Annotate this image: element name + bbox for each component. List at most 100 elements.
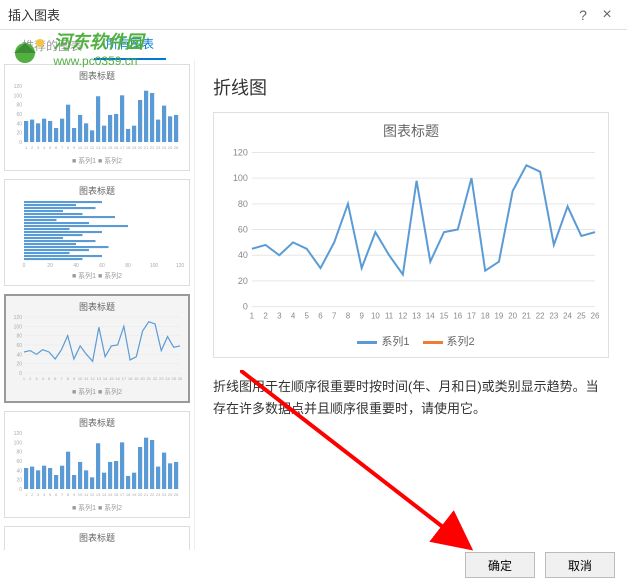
- svg-text:20: 20: [16, 362, 22, 368]
- tabs-bar: 推荐的图表 所有图表: [0, 30, 627, 60]
- svg-text:9: 9: [73, 492, 76, 497]
- svg-text:20: 20: [16, 478, 22, 484]
- svg-text:60: 60: [16, 112, 22, 118]
- svg-text:17: 17: [120, 492, 125, 497]
- svg-text:13: 13: [97, 376, 102, 381]
- svg-text:26: 26: [178, 376, 183, 381]
- svg-text:17: 17: [467, 312, 476, 321]
- svg-text:23: 23: [156, 145, 161, 150]
- svg-text:11: 11: [84, 492, 89, 497]
- svg-text:13: 13: [412, 312, 421, 321]
- svg-text:40: 40: [73, 263, 79, 269]
- svg-text:19: 19: [134, 376, 139, 381]
- svg-text:17: 17: [120, 145, 125, 150]
- svg-text:15: 15: [108, 145, 113, 150]
- chart-thumbnail-list[interactable]: 图表标题 02040608010012012345678910111213141…: [0, 60, 195, 550]
- svg-text:40: 40: [16, 352, 22, 358]
- svg-text:23: 23: [159, 376, 164, 381]
- svg-text:100: 100: [233, 173, 248, 183]
- help-icon[interactable]: ?: [571, 7, 595, 23]
- svg-text:80: 80: [16, 103, 22, 109]
- svg-text:0: 0: [23, 263, 26, 269]
- svg-text:3: 3: [37, 145, 40, 150]
- chart-type-heading: 折线图: [213, 74, 609, 100]
- svg-text:22: 22: [150, 145, 155, 150]
- svg-text:21: 21: [144, 492, 149, 497]
- thumb-line-chart[interactable]: 图表标题 02040608010012012345678910111213141…: [4, 294, 190, 403]
- main-panel: 折线图 图表标题 0204060801001201234567891011121…: [195, 60, 627, 550]
- svg-text:23: 23: [549, 312, 558, 321]
- chart-title: 图表标题: [222, 121, 600, 141]
- svg-text:25: 25: [168, 492, 173, 497]
- svg-text:10: 10: [78, 376, 83, 381]
- svg-text:0: 0: [19, 140, 22, 146]
- titlebar: 插入图表 ? ×: [0, 0, 627, 30]
- svg-text:18: 18: [126, 492, 131, 497]
- svg-text:120: 120: [14, 315, 23, 321]
- svg-text:3: 3: [277, 312, 282, 321]
- close-icon[interactable]: ×: [595, 6, 619, 24]
- svg-text:15: 15: [109, 376, 114, 381]
- svg-text:8: 8: [346, 312, 351, 321]
- svg-text:1: 1: [25, 145, 28, 150]
- svg-text:12: 12: [90, 145, 95, 150]
- svg-text:19: 19: [132, 492, 137, 497]
- svg-text:120: 120: [14, 431, 23, 437]
- svg-text:3: 3: [37, 492, 40, 497]
- svg-text:100: 100: [14, 440, 23, 446]
- svg-text:14: 14: [426, 312, 435, 321]
- svg-text:9: 9: [359, 312, 364, 321]
- thumb-chart-5[interactable]: 图表标题: [4, 526, 190, 550]
- svg-text:19: 19: [495, 312, 504, 321]
- svg-text:26: 26: [174, 492, 179, 497]
- svg-text:10: 10: [78, 145, 83, 150]
- window-title: 插入图表: [8, 5, 571, 24]
- svg-text:6: 6: [55, 145, 58, 150]
- svg-text:40: 40: [16, 121, 22, 127]
- svg-text:12: 12: [398, 312, 407, 321]
- cancel-button[interactable]: 取消: [545, 552, 615, 578]
- svg-text:60: 60: [99, 263, 105, 269]
- svg-text:13: 13: [96, 492, 101, 497]
- svg-text:18: 18: [481, 312, 490, 321]
- svg-text:6: 6: [318, 312, 323, 321]
- svg-text:11: 11: [84, 376, 89, 381]
- svg-text:14: 14: [102, 145, 107, 150]
- svg-text:7: 7: [61, 492, 64, 497]
- svg-text:2: 2: [263, 312, 268, 321]
- svg-text:2: 2: [29, 376, 32, 381]
- thumb-bar-chart[interactable]: 图表标题 02040608010012012345678910111213141…: [4, 64, 190, 171]
- svg-text:18: 18: [126, 145, 131, 150]
- svg-text:7: 7: [60, 376, 63, 381]
- svg-text:7: 7: [61, 145, 64, 150]
- svg-text:26: 26: [174, 145, 179, 150]
- svg-text:16: 16: [114, 145, 119, 150]
- svg-text:20: 20: [16, 131, 22, 137]
- svg-text:120: 120: [176, 263, 185, 269]
- svg-text:14: 14: [102, 492, 107, 497]
- svg-text:19: 19: [132, 145, 137, 150]
- svg-text:1: 1: [25, 492, 28, 497]
- svg-text:60: 60: [238, 225, 248, 235]
- svg-text:22: 22: [536, 312, 545, 321]
- svg-text:60: 60: [16, 343, 22, 349]
- svg-text:9: 9: [73, 145, 76, 150]
- svg-text:7: 7: [332, 312, 337, 321]
- svg-text:2: 2: [31, 145, 34, 150]
- svg-text:11: 11: [385, 312, 394, 321]
- svg-text:5: 5: [305, 312, 310, 321]
- chart-preview: 图表标题 02040608010012012345678910111213141…: [213, 112, 609, 358]
- thumb-bar-chart-2[interactable]: 图表标题 02040608010012012345678910111213141…: [4, 411, 190, 518]
- svg-text:8: 8: [67, 376, 70, 381]
- svg-text:10: 10: [371, 312, 380, 321]
- tab-all[interactable]: 所有图表: [94, 29, 166, 60]
- svg-text:120: 120: [14, 84, 23, 90]
- svg-text:17: 17: [122, 376, 127, 381]
- tab-recommended[interactable]: 推荐的图表: [10, 31, 94, 60]
- svg-text:16: 16: [115, 376, 120, 381]
- svg-text:1: 1: [250, 312, 255, 321]
- chart-description: 折线图用于在顺序很重要时按时间(年、月和日)或类别显示趋势。当存在许多数据点并且…: [213, 376, 609, 420]
- svg-text:21: 21: [147, 376, 152, 381]
- ok-button[interactable]: 确定: [465, 552, 535, 578]
- thumb-hbar-chart[interactable]: 图表标题 020406080100120 ■ 系列1 ■ 系列2: [4, 179, 190, 286]
